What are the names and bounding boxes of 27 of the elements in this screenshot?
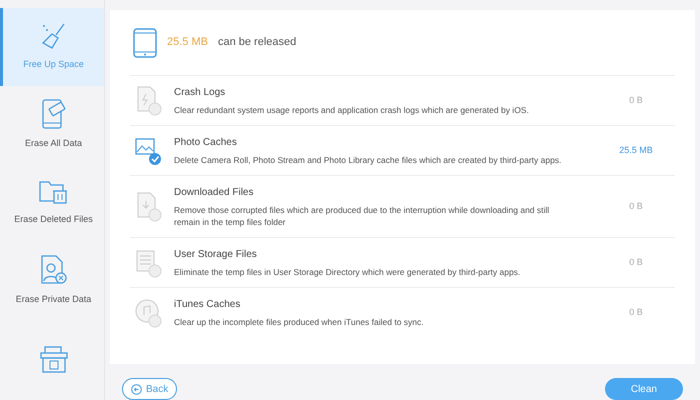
released-label: can be released xyxy=(218,35,296,50)
item-size: 0 B xyxy=(628,94,644,107)
item-title: User Storage Files xyxy=(174,248,258,262)
unchecked-file-icon[interactable] xyxy=(134,297,162,328)
sidebar-item[interactable]: Erase Deleted Files xyxy=(0,164,104,242)
item-size: 0 B xyxy=(628,306,644,319)
item-title: Crash Logs xyxy=(174,86,226,100)
released-size: 25.5 MB xyxy=(167,35,208,50)
folder-trash-icon xyxy=(38,179,68,206)
item-title: iTunes Caches xyxy=(174,298,242,312)
item-size: 25.5 MB xyxy=(618,144,654,157)
box-icon xyxy=(38,345,68,373)
broom-icon xyxy=(40,22,68,50)
item-title: Photo Caches xyxy=(174,136,238,150)
phone-eraser-icon xyxy=(40,99,66,130)
item-size: 0 B xyxy=(628,200,644,213)
item-description: Delete Camera Roll, Photo Stream and Photo Library cache files which are created by third-party apps. xyxy=(174,154,562,166)
person-file-icon xyxy=(40,255,68,286)
sidebar-item[interactable]: Erase All Data xyxy=(0,86,104,164)
item-description: Clear up the incomplete files produced when iTunes failed to sync. xyxy=(174,316,425,328)
item-description: Remove those corrupted files which are produced due to the interruption while downloading and still remain in the temp files folder xyxy=(174,204,550,228)
item-size: 0 B xyxy=(628,256,644,269)
tablet-icon xyxy=(133,28,157,58)
item-description: Eliminate the temp files in User Storage Directory which were generated by third-party apps. xyxy=(174,266,522,278)
sidebar-item[interactable]: Erase Private Data xyxy=(0,242,104,320)
item-description: Clear redundant system usage reports and application crash logs which are generated by iOS. xyxy=(174,104,530,116)
item-title: Downloaded Files xyxy=(174,186,254,200)
